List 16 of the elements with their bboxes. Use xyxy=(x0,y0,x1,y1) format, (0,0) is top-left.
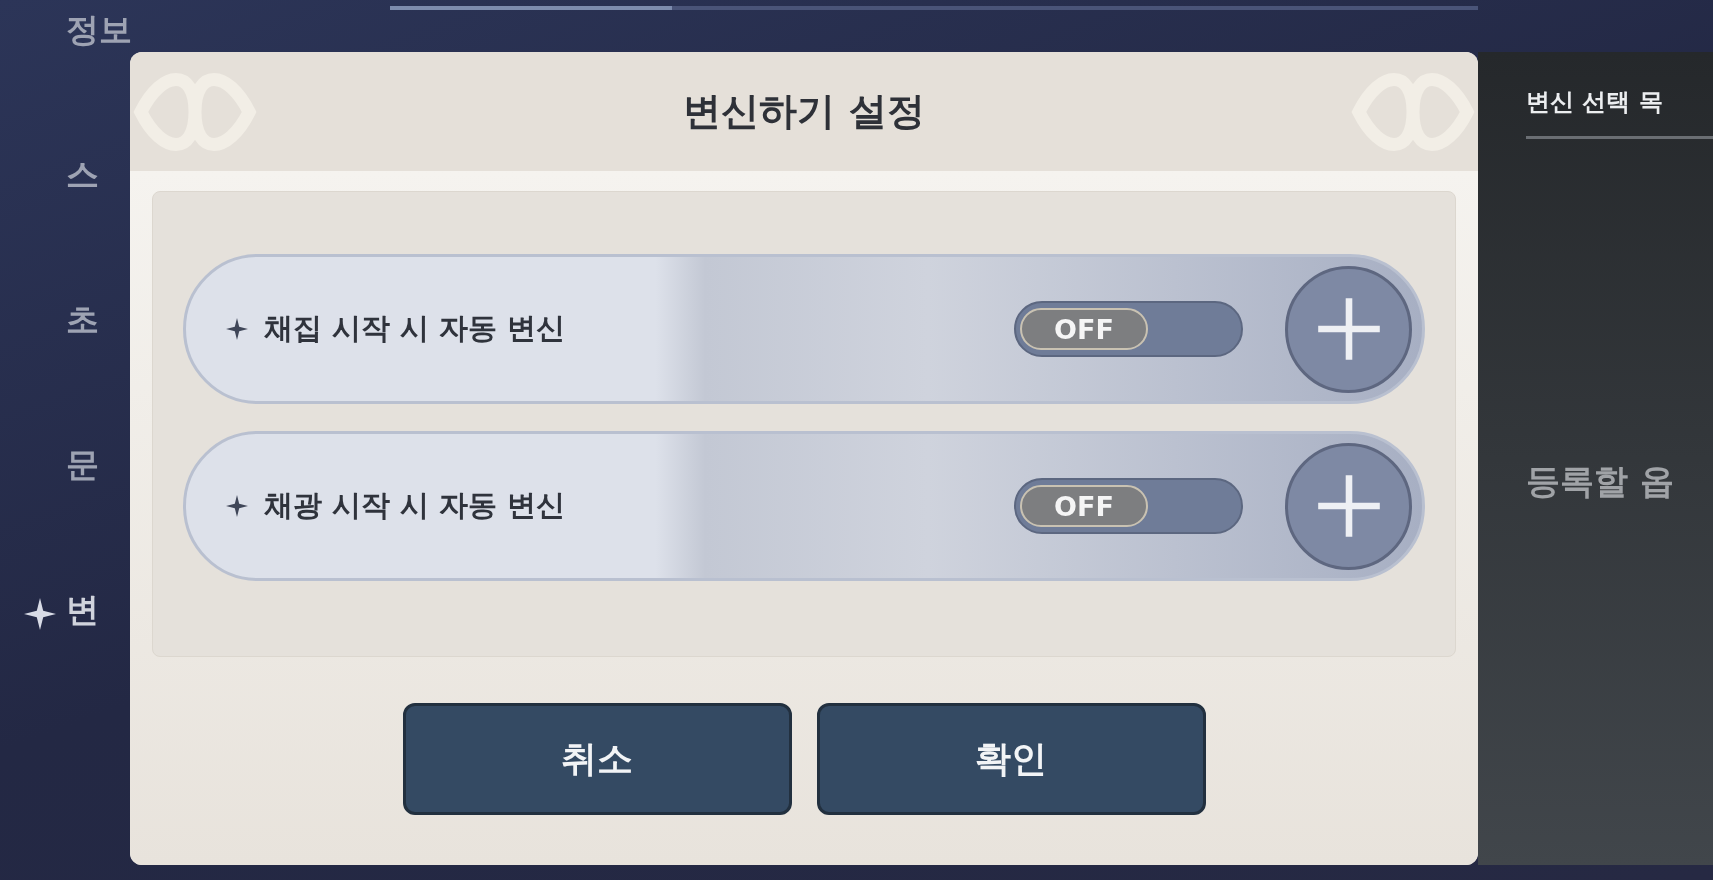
option-label: 채집 시작 시 자동 변신 xyxy=(264,310,566,347)
toggle-switch[interactable]: OFF xyxy=(1014,478,1243,534)
dialog-title: 변신하기 설정 xyxy=(683,88,925,135)
toggle-knob: OFF xyxy=(1020,308,1148,350)
cancel-button[interactable]: 취소 xyxy=(402,703,792,815)
empty-message: 등록할 옵 xyxy=(1526,460,1675,503)
sidebar-item[interactable]: 스 xyxy=(66,153,99,198)
sidebar-item[interactable]: 문 xyxy=(66,443,99,488)
toggle-knob: OFF xyxy=(1020,485,1148,527)
panel-title: 변신 선택 목 xyxy=(1526,87,1664,118)
confirm-button[interactable]: 확인 xyxy=(816,703,1206,815)
toggle-switch[interactable]: OFF xyxy=(1014,301,1243,357)
option-label: 채광 시작 시 자동 변신 xyxy=(264,487,566,524)
sidebar-item[interactable]: 초 xyxy=(66,298,99,343)
sidebar-item[interactable]: 정보 xyxy=(66,8,132,53)
sidebar-item[interactable]: 변 xyxy=(66,588,99,633)
